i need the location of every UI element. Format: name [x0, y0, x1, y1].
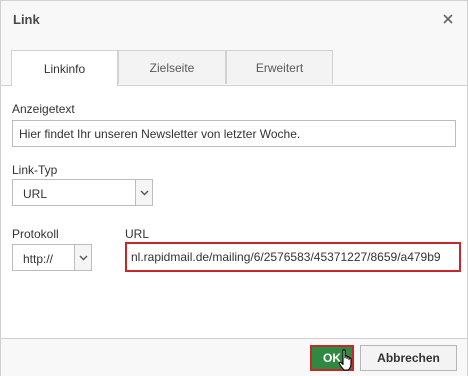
dialog-titlebar: Link	[1, 1, 467, 40]
link-type-select[interactable]: URL	[12, 179, 153, 206]
display-text-value: Hier findet Ihr unseren Newsletter von l…	[19, 126, 301, 141]
tab-linkinfo-label: Linkinfo	[43, 61, 86, 76]
chevron-down-icon	[135, 180, 152, 205]
tab-bar: Linkinfo Zielseite Erweitert	[1, 39, 467, 86]
link-dialog: Link Linkinfo Zielseite Erweitert Anzeig…	[0, 0, 468, 376]
link-type-value: URL	[23, 187, 48, 201]
url-label: URL	[125, 227, 150, 241]
display-text-input[interactable]: Hier findet Ihr unseren Newsletter von l…	[12, 120, 456, 147]
cancel-button[interactable]: Abbrechen	[360, 345, 457, 371]
chevron-down-icon	[74, 245, 91, 270]
link-type-label: Link-Typ	[12, 163, 58, 177]
protocol-select[interactable]: http://	[12, 244, 92, 271]
url-value: nl.rapidmail.de/mailing/6/2576583/453712…	[131, 250, 441, 264]
tab-erweitert[interactable]: Erweitert	[226, 50, 333, 84]
close-icon[interactable]	[439, 10, 457, 28]
url-input[interactable]: nl.rapidmail.de/mailing/6/2576583/453712…	[125, 242, 461, 272]
tab-zielseite[interactable]: Zielseite	[118, 50, 226, 84]
display-text-label: Anzeigetext	[12, 102, 75, 116]
protocol-value: http://	[23, 252, 54, 266]
hand-cursor-icon	[338, 349, 354, 376]
tab-zielseite-label: Zielseite	[149, 60, 195, 75]
protocol-label: Protokoll	[12, 227, 59, 241]
tab-erweitert-label: Erweitert	[255, 60, 304, 75]
tab-linkinfo[interactable]: Linkinfo	[11, 50, 118, 86]
dialog-title: Link	[13, 12, 40, 27]
dialog-footer: OK Abbrechen	[1, 338, 467, 376]
cancel-button-label: Abbrechen	[377, 351, 440, 365]
